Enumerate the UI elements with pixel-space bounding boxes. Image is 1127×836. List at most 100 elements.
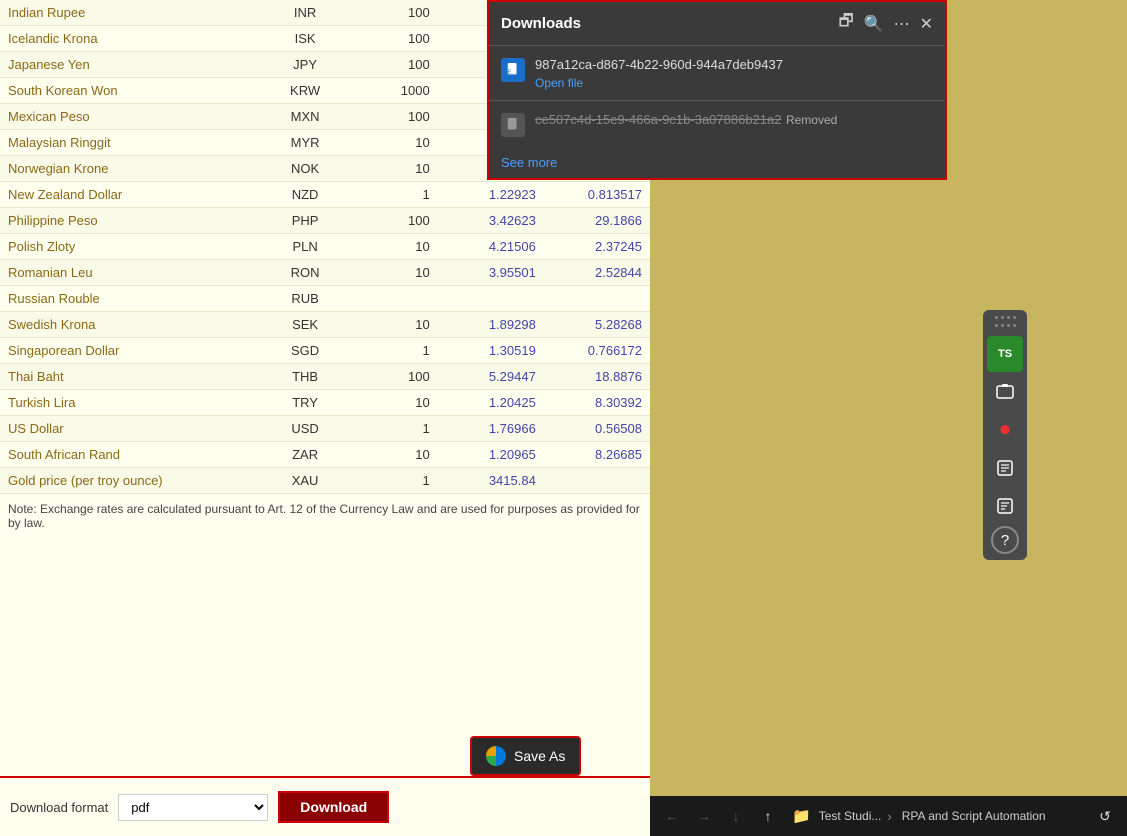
currency-code: PHP [265,208,345,234]
currency-unit: 1 [345,416,438,442]
currency-code: INR [265,0,345,26]
download-file-icon-2 [501,113,525,137]
currency-unit: 1 [345,182,438,208]
currency-rate: 1.30519 [438,338,544,364]
currency-code: SEK [265,312,345,338]
currency-rate: 1.20425 [438,390,544,416]
currency-code: ZAR [265,442,345,468]
toolbar-script-button[interactable] [987,450,1023,486]
currency-value: 8.30392 [544,390,650,416]
currency-name: Gold price (per troy ounce) [0,468,265,494]
bottom-bar: Download format pdf csv xlsx Download [0,776,650,836]
currency-rate: 1.89298 [438,312,544,338]
table-row: Polish Zloty PLN 10 4.21506 2.37245 [0,234,650,260]
save-as-label: Save As [514,748,565,764]
downloads-panel: Downloads 🗗 🔍 ⋯ ✕ E 987a12ca-d867-4b22-9… [487,0,947,180]
currency-rate: 3415.84 [438,468,544,494]
grip-handle[interactable] [995,316,1015,330]
path-separator: › [887,809,891,824]
currency-code: RUB [265,286,345,312]
see-more-link[interactable]: See more [489,147,945,178]
currency-name: Mexican Peso [0,104,265,130]
table-row: Thai Baht THB 100 5.29447 18.8876 [0,364,650,390]
toolbar-help-button[interactable]: ? [991,526,1019,554]
currency-name: Thai Baht [0,364,265,390]
currency-value [544,286,650,312]
toolbar-capture-button[interactable] [987,374,1023,410]
grip-dot [1013,324,1016,327]
toolbar-ts-button[interactable]: TS [987,336,1023,372]
save-as-popup: Save As [470,736,581,776]
currency-unit: 10 [345,234,438,260]
currency-rate: 3.95501 [438,260,544,286]
grip-dot [1001,324,1004,327]
currency-name: Swedish Krona [0,312,265,338]
back-button[interactable]: ← [658,802,686,830]
svg-text:E: E [508,70,512,76]
currency-rate [438,286,544,312]
download-item-info-2: ce507c4d-15e9-466a-9c1b-3a07886b21a2 Rem… [535,111,933,129]
currency-name: New Zealand Dollar [0,182,265,208]
currency-value: 0.56508 [544,416,650,442]
download-item-info: 987a12ca-d867-4b22-960d-944a7deb9437 Ope… [535,56,933,90]
table-row: Gold price (per troy ounce) XAU 1 3415.8… [0,468,650,494]
currency-rate: 5.29447 [438,364,544,390]
currency-value: 0.766172 [544,338,650,364]
up-button[interactable]: ↑ [754,802,782,830]
currency-code: RON [265,260,345,286]
grip-dot [995,324,998,327]
edge-logo [486,746,506,766]
toolbar-script2-button[interactable] [987,488,1023,524]
currency-code: ISK [265,26,345,52]
format-select[interactable]: pdf csv xlsx [118,794,268,821]
download-status: Removed [786,113,837,127]
currency-unit: 100 [345,364,438,390]
down-button[interactable]: ↓ [722,802,750,830]
close-icon[interactable]: ✕ [920,14,933,34]
currency-value: 8.26685 [544,442,650,468]
currency-name: Indian Rupee [0,0,265,26]
currency-code: PLN [265,234,345,260]
currency-value: 0.813517 [544,182,650,208]
downloads-header: Downloads 🗗 🔍 ⋯ ✕ [489,2,945,45]
currency-name: Icelandic Krona [0,26,265,52]
download-button[interactable]: Download [278,791,389,823]
taskbar-path2: RPA and Script Automation [902,809,1046,823]
currency-value [544,468,650,494]
currency-value: 2.52844 [544,260,650,286]
currency-name: Polish Zloty [0,234,265,260]
table-row: Swedish Krona SEK 10 1.89298 5.28268 [0,312,650,338]
currency-unit: 100 [345,208,438,234]
note-text: Note: Exchange rates are calculated purs… [0,494,650,538]
forward-button[interactable]: → [690,802,718,830]
table-row: New Zealand Dollar NZD 1 1.22923 0.81351… [0,182,650,208]
currency-code: MYR [265,130,345,156]
more-options-icon[interactable]: ⋯ [894,14,910,34]
table-row: Romanian Leu RON 10 3.95501 2.52844 [0,260,650,286]
currency-rate: 1.76966 [438,416,544,442]
taskbar-path1: Test Studi... [819,809,882,823]
taskbar: ← → ↓ ↑ 📁 Test Studi... › RPA and Script… [650,796,1127,836]
folder-icon: 📁 [792,807,811,825]
currency-unit: 10 [345,156,438,182]
downloads-header-icons: 🗗 🔍 ⋯ ✕ [839,10,933,37]
currency-unit: 100 [345,52,438,78]
downloads-list: E 987a12ca-d867-4b22-960d-944a7deb9437 O… [489,45,945,178]
refresh-button[interactable]: ↺ [1091,802,1119,830]
currency-value: 29.1866 [544,208,650,234]
minimize-icon[interactable]: 🗗 [839,10,854,37]
currency-code: USD [265,416,345,442]
currency-unit: 10 [345,130,438,156]
search-icon[interactable]: 🔍 [864,14,884,34]
toolbar-record-button[interactable]: ⏺ [987,412,1023,448]
currency-name: Norwegian Krone [0,156,265,182]
currency-code: SGD [265,338,345,364]
currency-unit: 100 [345,0,438,26]
currency-code: XAU [265,468,345,494]
download-filename: 987a12ca-d867-4b22-960d-944a7deb9437 [535,57,783,72]
currency-value: 2.37245 [544,234,650,260]
currency-rate: 1.20965 [438,442,544,468]
table-row: Singaporean Dollar SGD 1 1.30519 0.76617… [0,338,650,364]
open-file-link[interactable]: Open file [535,76,933,90]
download-item: E 987a12ca-d867-4b22-960d-944a7deb9437 O… [489,45,945,100]
